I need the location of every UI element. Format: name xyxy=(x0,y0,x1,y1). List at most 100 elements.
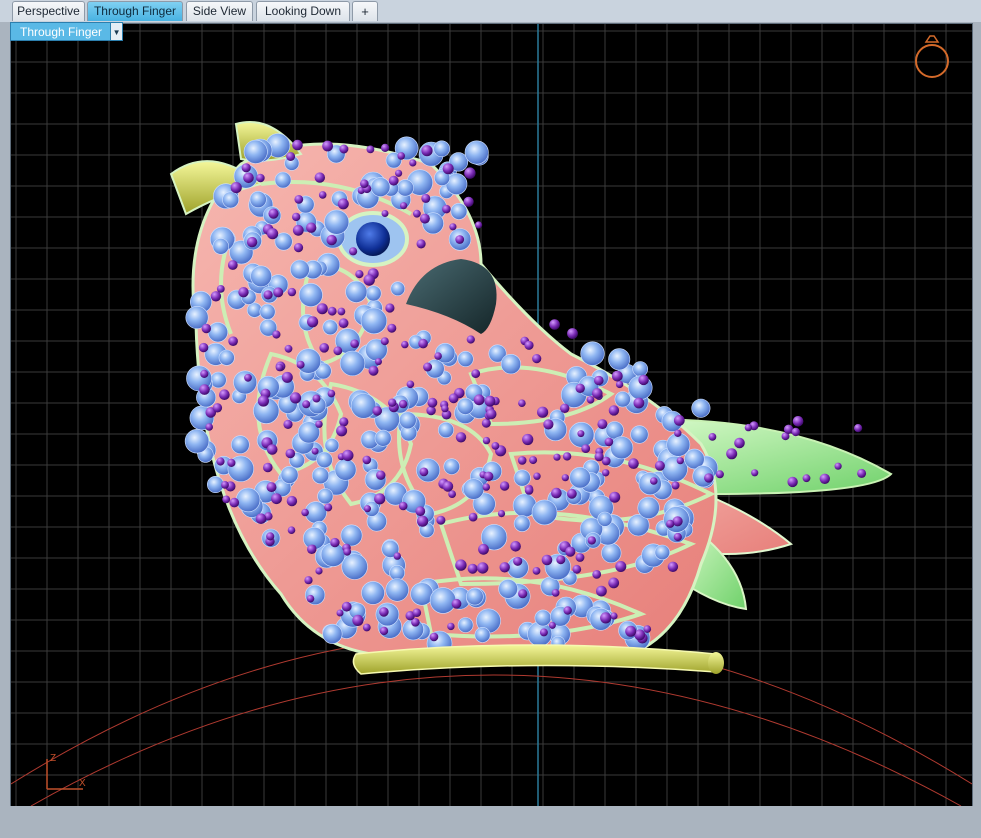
purple-bead xyxy=(442,204,451,214)
purple-bead xyxy=(388,398,397,407)
purple-bead xyxy=(586,396,595,404)
purple-bead xyxy=(592,570,602,579)
purple-bead xyxy=(228,336,238,347)
purple-bead xyxy=(524,340,534,350)
tab-side-view[interactable]: Side View xyxy=(186,1,253,21)
purple-bead xyxy=(654,460,665,471)
purple-bead xyxy=(272,330,281,339)
purple-bead xyxy=(518,589,528,599)
diamond-gem xyxy=(212,238,230,255)
tab-through-finger[interactable]: Through Finger xyxy=(87,1,183,21)
purple-bead xyxy=(255,513,267,524)
purple-bead xyxy=(529,456,538,465)
diamond-gem xyxy=(250,265,272,288)
purple-bead xyxy=(854,424,863,433)
purple-bead xyxy=(556,555,566,565)
diamond-gem xyxy=(259,303,276,320)
purple-bead xyxy=(674,429,682,437)
purple-bead xyxy=(327,306,337,316)
purple-bead xyxy=(628,458,639,469)
purple-bead xyxy=(608,405,620,416)
diamond-gem xyxy=(450,202,468,220)
purple-bead xyxy=(306,222,317,233)
purple-bead xyxy=(455,559,467,571)
purple-bead xyxy=(577,430,585,438)
purple-bead xyxy=(275,363,284,372)
purple-bead xyxy=(563,606,572,615)
purple-bead xyxy=(572,564,582,574)
diamond-gem xyxy=(246,302,263,318)
purple-bead xyxy=(304,576,313,585)
purple-bead xyxy=(327,389,336,398)
viewport-menu-dropdown[interactable]: ▼ xyxy=(110,22,124,41)
purple-bead xyxy=(271,493,282,505)
purple-bead xyxy=(481,418,491,428)
tab-perspective[interactable]: Perspective xyxy=(12,1,85,21)
purple-bead xyxy=(596,585,607,597)
diamond-gem xyxy=(433,140,451,158)
purple-bead xyxy=(381,210,389,217)
add-tab-button[interactable]: + xyxy=(352,1,378,21)
purple-bead xyxy=(393,552,401,560)
purple-bead xyxy=(362,455,372,465)
purple-bead xyxy=(510,541,521,552)
purple-bead xyxy=(708,433,717,441)
diamond-gem xyxy=(334,458,357,481)
purple-bead xyxy=(791,427,800,437)
bird-brooch-model[interactable] xyxy=(169,121,893,675)
purple-bead xyxy=(200,369,209,378)
purple-bead xyxy=(342,449,354,462)
purple-bead xyxy=(715,470,724,479)
purple-bead xyxy=(322,140,333,152)
purple-bead xyxy=(301,508,309,517)
diamond-gem xyxy=(456,397,474,415)
purple-bead xyxy=(567,328,578,339)
purple-bead xyxy=(398,399,408,409)
3d-viewport[interactable]: Z X xyxy=(10,23,973,807)
purple-bead xyxy=(355,270,364,279)
diamond-gem xyxy=(218,349,235,366)
purple-bead xyxy=(387,323,397,333)
purple-bead xyxy=(638,374,649,386)
purple-bead xyxy=(366,145,375,154)
purple-bead xyxy=(473,394,485,406)
purple-bead xyxy=(315,567,323,575)
purple-bead xyxy=(302,400,311,409)
purple-bead xyxy=(395,169,403,177)
purple-bead xyxy=(792,416,804,427)
purple-bead xyxy=(478,543,489,555)
purple-bead xyxy=(421,193,431,203)
purple-bead xyxy=(292,224,304,236)
purple-bead xyxy=(666,519,675,528)
purple-bead xyxy=(537,406,549,418)
tab-looking-down[interactable]: Looking Down xyxy=(256,1,350,21)
viewport-name[interactable]: Through Finger xyxy=(10,22,111,41)
purple-bead xyxy=(419,213,430,224)
purple-bead xyxy=(455,235,465,244)
purple-bead xyxy=(201,323,211,334)
diamond-gem xyxy=(249,191,267,209)
diamond-gem xyxy=(311,466,330,485)
purple-bead xyxy=(464,167,476,179)
purple-bead xyxy=(539,628,548,637)
ring-navigation-icon[interactable] xyxy=(915,35,949,78)
purple-bead xyxy=(311,447,319,455)
purple-bead xyxy=(541,554,553,566)
axis-x-label: X xyxy=(79,778,86,789)
purple-bead xyxy=(374,493,386,505)
purple-bead xyxy=(360,179,369,188)
diamond-gem xyxy=(457,617,474,633)
viewport-label[interactable]: Through Finger ▼ xyxy=(10,22,124,41)
purple-bead xyxy=(587,536,596,545)
diamond-gem xyxy=(222,191,240,209)
purple-bead xyxy=(221,481,229,489)
purple-bead xyxy=(273,287,284,298)
purple-bead xyxy=(491,442,500,450)
diamond-gem xyxy=(290,259,310,280)
purple-bead xyxy=(267,228,279,240)
diamond-gem xyxy=(464,140,489,165)
diamond-gem xyxy=(210,371,227,389)
purple-bead xyxy=(312,394,321,403)
purple-bead xyxy=(451,598,462,609)
purple-bead xyxy=(381,143,390,152)
